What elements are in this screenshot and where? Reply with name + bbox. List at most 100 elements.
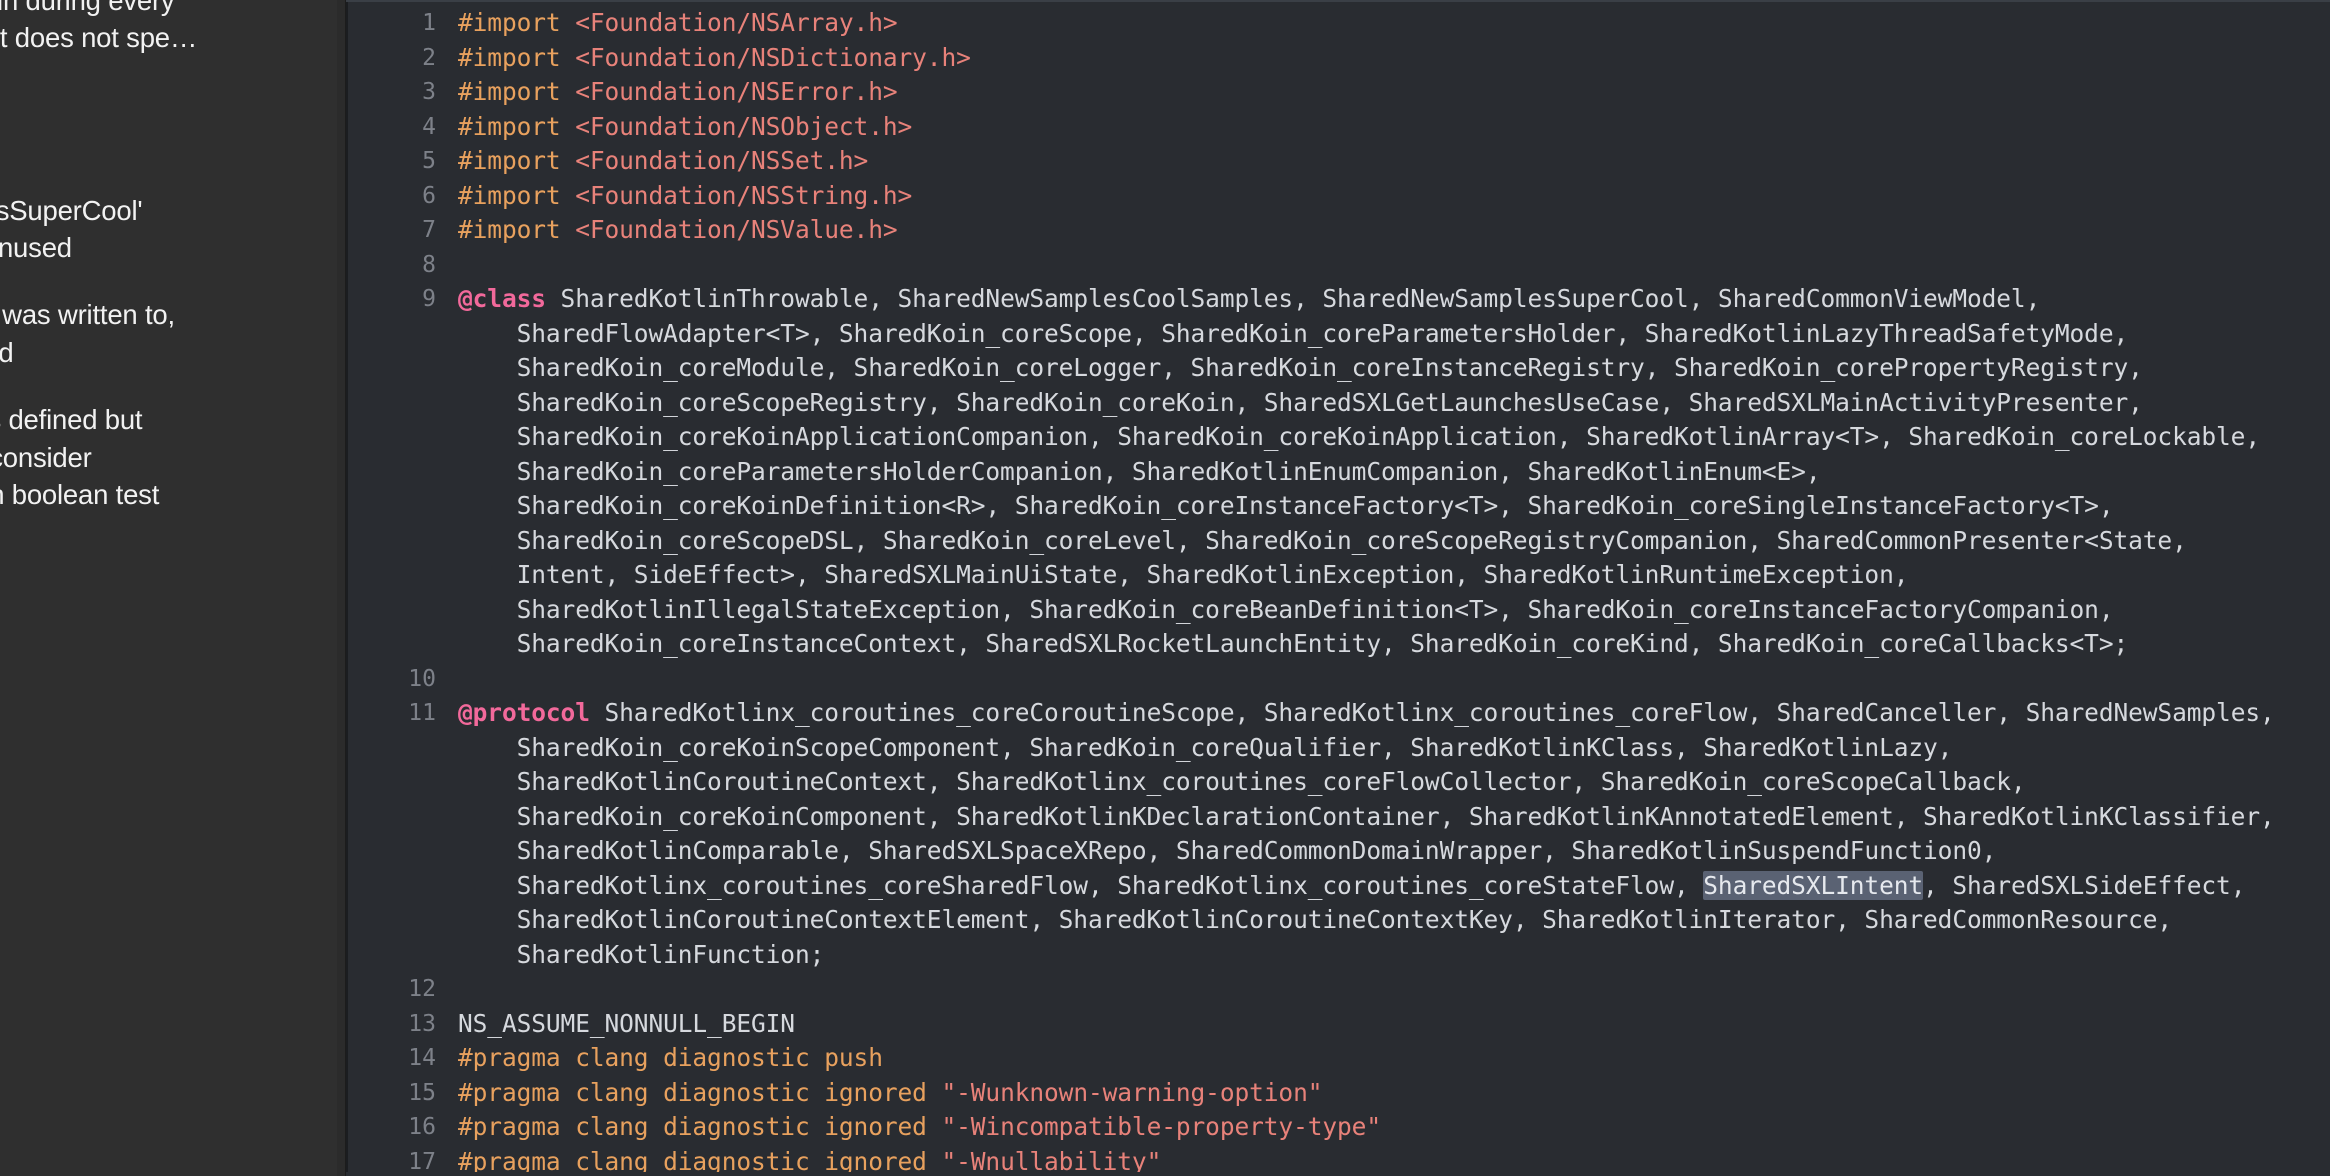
code-line[interactable]: 11 @protocol SharedKotlinx_coroutines_cor… <box>346 696 2330 731</box>
code-line[interactable]: SharedKotlinx_coroutines_coreSharedFlow,… <box>346 869 2330 904</box>
code-line[interactable]: SharedKoin_coreKoinApplicationCompanion,… <box>346 420 2330 455</box>
code-text[interactable] <box>458 972 2330 1007</box>
code-line[interactable]: SharedKotlinIllegalStateException, Share… <box>346 593 2330 628</box>
code-token-plain: SharedKoin_coreKoinScopeComponent, Share… <box>458 732 1953 762</box>
code-line[interactable]: 4 #import <Foundation/NSObject.h> <box>346 110 2330 145</box>
code-line[interactable]: 10 <box>346 662 2330 697</box>
code-line[interactable]: SharedKotlinCoroutineContext, SharedKotl… <box>346 765 2330 800</box>
code-text[interactable]: SharedKoin_coreKoinComponent, SharedKotl… <box>458 800 2330 835</box>
source-editor[interactable]: 1 #import <Foundation/NSArray.h> 2 #import … <box>346 0 2330 1176</box>
code-text[interactable]: SharedKoin_coreInstanceContext, SharedSX… <box>458 627 2330 662</box>
code-text[interactable]: NS_ASSUME_NONNULL_BEGIN <box>458 1007 2330 1042</box>
code-token-preprocessor: #import <box>458 77 576 106</box>
issue-text-line: ult of <box>0 154 345 191</box>
code-text[interactable]: #import <Foundation/NSString.h> <box>458 179 2330 214</box>
code-text[interactable] <box>458 248 2330 283</box>
code-text[interactable]: SharedKotlinx_coroutines_coreSharedFlow,… <box>458 869 2330 904</box>
issue-navigator-list[interactable]: ' will be run during every because it do… <box>0 0 345 543</box>
code-text[interactable]: SharedKotlinCoroutineContextElement, Sha… <box>458 903 2330 938</box>
code-text[interactable]: #import <Foundation/NSObject.h> <box>458 110 2330 145</box>
code-token-string: "-Wunknown-warning-option" <box>941 1077 1323 1107</box>
code-token-plain: SharedKoin_coreScopeDSL, SharedKoin_core… <box>458 525 2187 555</box>
code-token-plain: SharedKoin_coreKoinComponent, SharedKotl… <box>458 801 2275 831</box>
issue-item[interactable]: ' will be run during every because it do… <box>0 0 345 57</box>
code-line[interactable]: 13 NS_ASSUME_NONNULL_BEGIN <box>346 1007 2330 1042</box>
issue-text-line: able 'self' was written to, <box>2 299 175 331</box>
code-text[interactable]: @protocol SharedKotlinx_coroutines_coreC… <box>458 696 2330 731</box>
code-line[interactable]: 16 #pragma clang diagnostic ignored "-Win… <box>346 1110 2330 1145</box>
issue-text-line: alizer is unused <box>0 231 72 263</box>
code-line[interactable]: SharedKoin_coreParametersHolderCompanion… <box>346 455 2330 490</box>
code-line[interactable]: SharedKoin_coreKoinComponent, SharedKotl… <box>346 800 2330 835</box>
code-text[interactable]: #import <Foundation/NSSet.h> <box>458 144 2330 179</box>
code-line[interactable]: SharedKotlinCoroutineContextElement, Sha… <box>346 903 2330 938</box>
issue-item[interactable]: ntView <box>0 87 345 124</box>
code-line[interactable]: SharedKotlinComparable, SharedSXLSpaceXR… <box>346 834 2330 869</box>
issue-item[interactable]: able 'self' was written to, never read <box>0 296 345 371</box>
code-token-preprocessor: #pragma clang diagnostic push <box>458 1043 883 1072</box>
code-token-plain: SharedKoin_coreInstanceContext, SharedSX… <box>458 629 2129 658</box>
code-text[interactable]: #pragma clang diagnostic push <box>458 1041 2330 1076</box>
issue-text-line: ' will be run during every <box>0 0 175 16</box>
code-text[interactable]: SharedKotlinComparable, SharedSXLSpaceXR… <box>458 834 2330 869</box>
code-text[interactable]: SharedKotlinCoroutineContext, SharedKotl… <box>458 765 2330 800</box>
line-number: 1 <box>422 10 436 36</box>
code-line[interactable]: 6 #import <Foundation/NSString.h> <box>346 179 2330 214</box>
code-text[interactable]: #import <Foundation/NSError.h> <box>458 75 2330 110</box>
code-text[interactable]: Intent, SideEffect>, SharedSXLMainUiStat… <box>458 558 2330 593</box>
issue-text-line: because it does not spe… <box>0 22 198 54</box>
code-text[interactable]: #pragma clang diagnostic ignored "-Winco… <box>458 1110 2330 1145</box>
code-text[interactable]: @class SharedKotlinThrowable, SharedNewS… <box>458 282 2330 317</box>
code-line[interactable]: 7 #import <Foundation/NSValue.h> <box>346 213 2330 248</box>
line-number: 3 <box>422 79 436 105</box>
code-text[interactable]: SharedKoin_coreKoinDefinition<R>, Shared… <box>458 489 2330 524</box>
code-line[interactable]: SharedKoin_coreInstanceContext, SharedSX… <box>346 627 2330 662</box>
navigator-edge-strip <box>337 0 345 1176</box>
code-line[interactable]: SharedKoin_coreScopeDSL, SharedKoin_core… <box>346 524 2330 559</box>
code-token-preprocessor: #import <box>458 8 576 37</box>
code-text[interactable]: SharedKoin_coreScopeDSL, SharedKoin_core… <box>458 524 2330 559</box>
code-line[interactable]: Intent, SideEffect>, SharedSXLMainUiStat… <box>346 558 2330 593</box>
code-line[interactable]: 15 #pragma clang diagnostic ignored "-Wun… <box>346 1076 2330 1111</box>
code-text[interactable]: SharedFlowAdapter<T>, SharedKoin_coreSco… <box>458 317 2330 352</box>
code-line[interactable]: 5 #import <Foundation/NSSet.h> <box>346 144 2330 179</box>
code-line[interactable]: 8 <box>346 248 2330 283</box>
line-number: 6 <box>422 182 436 209</box>
code-text[interactable]: #import <Foundation/NSDictionary.h> <box>458 41 2330 76</box>
code-text[interactable]: #import <Foundation/NSValue.h> <box>458 213 2330 248</box>
code-line[interactable]: SharedKotlinFunction; <box>346 938 2330 973</box>
code-text[interactable]: #import <Foundation/NSArray.h> <box>458 6 2330 41</box>
code-line[interactable]: 12 <box>346 972 2330 1007</box>
code-text[interactable]: SharedKoin_coreScopeRegistry, SharedKoin… <box>458 386 2330 421</box>
line-number: 7 <box>422 217 436 243</box>
selected-token[interactable]: SharedSXLIntent <box>1703 870 1923 900</box>
code-text[interactable]: SharedKotlinIllegalStateException, Share… <box>458 593 2330 628</box>
code-content[interactable]: 1 #import <Foundation/NSArray.h> 2 #import … <box>346 0 2330 1176</box>
code-text[interactable]: SharedKotlinFunction; <box>458 938 2330 973</box>
code-line[interactable]: SharedKoin_coreModule, SharedKoin_coreLo… <box>346 351 2330 386</box>
code-token-string: <Foundation/NSString.h> <box>575 180 913 210</box>
code-line[interactable]: SharedKoin_coreKoinScopeComponent, Share… <box>346 731 2330 766</box>
code-line[interactable]: 2 #import <Foundation/NSDictionary.h> <box>346 41 2330 76</box>
code-line[interactable]: 1 #import <Foundation/NSArray.h> <box>346 6 2330 41</box>
issue-item[interactable]: e 'se' was defined but er used; consider… <box>0 401 345 513</box>
code-text[interactable] <box>458 662 2330 697</box>
code-token-preprocessor: #import <box>458 42 576 72</box>
code-text[interactable]: SharedKoin_coreKoinScopeComponent, Share… <box>458 731 2330 766</box>
code-token-plain: SharedKotlinIllegalStateException, Share… <box>458 594 2114 624</box>
code-line[interactable]: 9 @class SharedKotlinThrowable, SharedNew… <box>346 282 2330 317</box>
code-line[interactable]: SharedFlowAdapter<T>, SharedKoin_coreSco… <box>346 317 2330 352</box>
issue-item[interactable]: ult of wSamplesSuperCool' alizer is unus… <box>0 154 345 266</box>
line-number: 5 <box>422 148 436 174</box>
code-token-plain: SharedFlowAdapter<T>, SharedKoin_coreSco… <box>458 318 2129 348</box>
code-text[interactable]: #pragma clang diagnostic ignored "-Wunkn… <box>458 1076 2330 1111</box>
code-line[interactable]: 14 #pragma clang diagnostic push <box>346 1041 2330 1076</box>
code-line[interactable]: 3 #import <Foundation/NSError.h> <box>346 75 2330 110</box>
code-text[interactable]: SharedKoin_coreKoinApplicationCompanion,… <box>458 420 2330 455</box>
code-text[interactable]: SharedKoin_coreParametersHolderCompanion… <box>458 455 2330 490</box>
code-line[interactable]: SharedKoin_coreKoinDefinition<R>, Shared… <box>346 489 2330 524</box>
issue-navigator-panel[interactable]: ' will be run during every because it do… <box>0 0 346 1176</box>
code-text[interactable]: SharedKoin_coreModule, SharedKoin_coreLo… <box>458 351 2330 386</box>
code-token-preprocessor: #import <box>458 146 576 175</box>
code-line[interactable]: SharedKoin_coreScopeRegistry, SharedKoin… <box>346 386 2330 421</box>
